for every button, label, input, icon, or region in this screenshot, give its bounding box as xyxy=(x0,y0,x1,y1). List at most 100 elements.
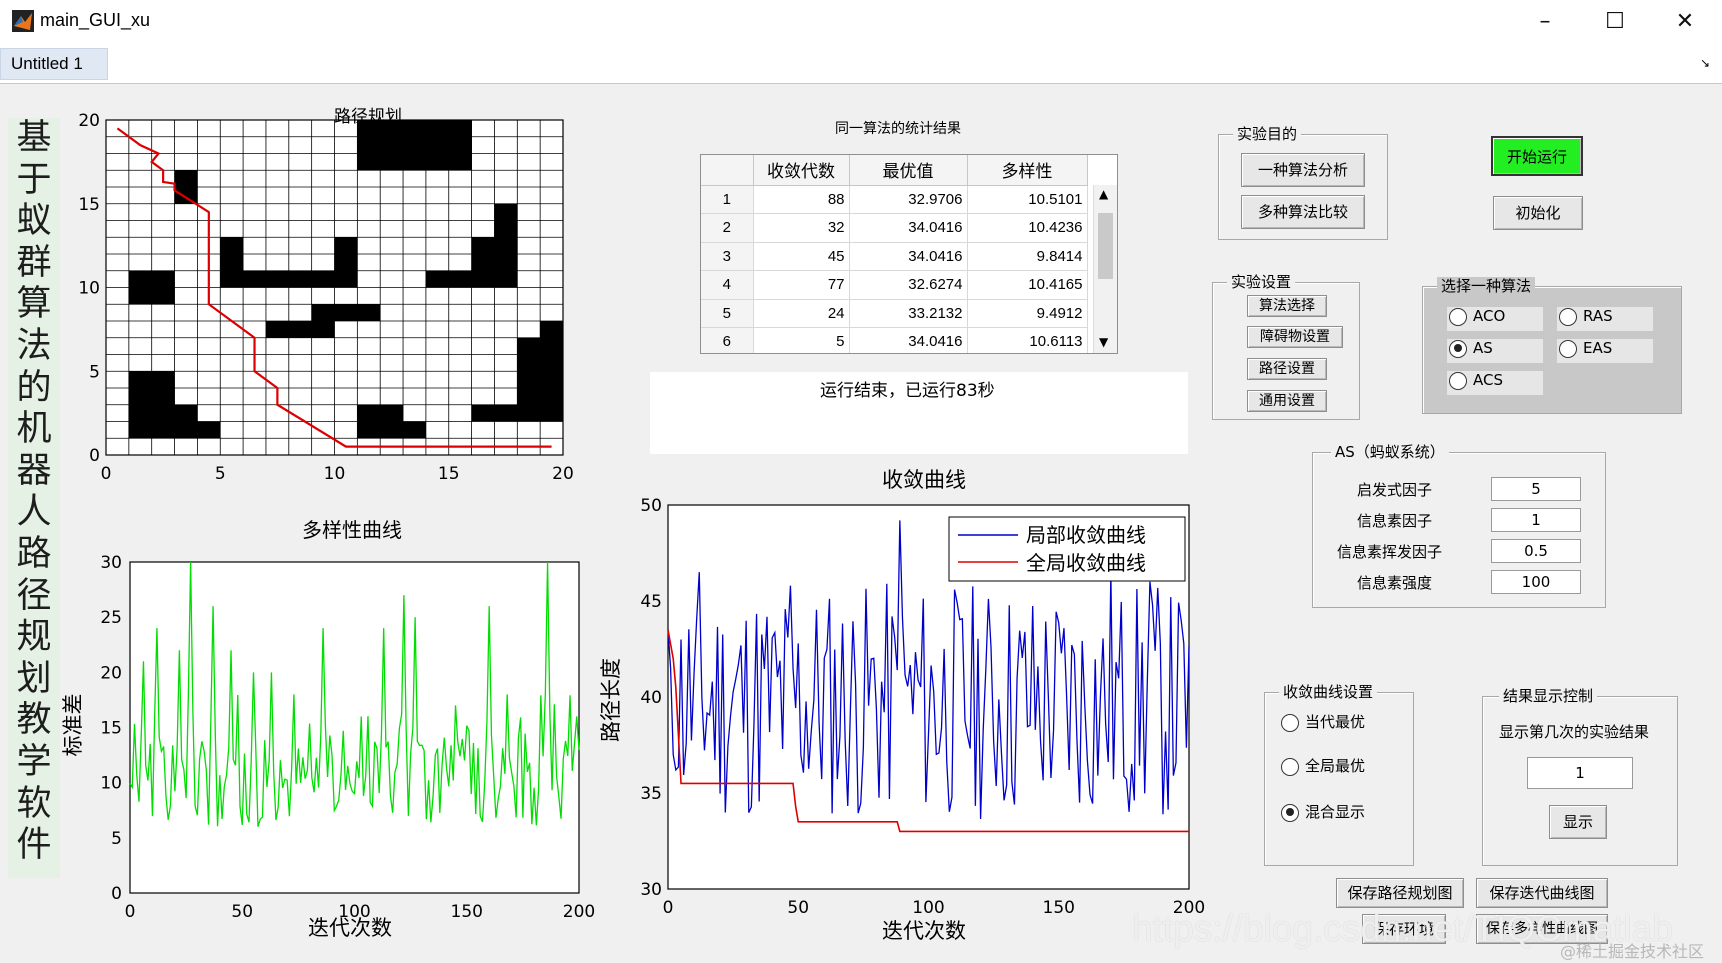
algo-select-button[interactable]: 算法选择 xyxy=(1247,295,1327,317)
row-header[interactable]: 2 xyxy=(701,213,754,243)
radio-as[interactable]: AS xyxy=(1447,339,1543,363)
radio-label: 混合显示 xyxy=(1305,803,1366,821)
show-result-button[interactable]: 显示 xyxy=(1549,805,1607,839)
title-char: 划 xyxy=(16,658,52,699)
tab-untitled[interactable]: Untitled 1 xyxy=(0,48,108,80)
radio-circle-icon[interactable] xyxy=(1281,713,1299,732)
radio-circle-icon[interactable] xyxy=(1449,371,1467,390)
cell-gen[interactable]: 77 xyxy=(753,270,850,300)
column-header-best[interactable]: 最优值 xyxy=(849,155,968,186)
y-tick-label: 0 xyxy=(111,884,122,904)
single-algo-analysis-button[interactable]: 一种算法分析 xyxy=(1241,153,1365,187)
table-corner xyxy=(701,155,754,186)
panel-title: 实验设置 xyxy=(1227,273,1296,291)
radio-aco[interactable]: ACO xyxy=(1447,307,1543,331)
obstacle xyxy=(334,237,358,288)
radio-circle-icon[interactable] xyxy=(1281,757,1299,776)
table-row[interactable]: 4 77 32.6274 10.4165 xyxy=(701,270,1088,300)
obstacle xyxy=(494,203,518,271)
watermark-credit: @稀土掘金技术社区 xyxy=(1560,942,1705,961)
radio-ras[interactable]: RAS xyxy=(1557,307,1653,331)
table-row[interactable]: 3 45 34.0416 9.8414 xyxy=(701,242,1088,271)
row-header[interactable]: 4 xyxy=(701,270,754,300)
cell-gen[interactable]: 45 xyxy=(753,242,850,271)
table-scrollbar[interactable]: ▲ ▼ xyxy=(1093,185,1117,353)
y-tick-label: 5 xyxy=(89,362,100,382)
obstacle xyxy=(357,120,472,171)
radio-circle-icon[interactable] xyxy=(1449,307,1467,326)
result-index-input[interactable]: 1 xyxy=(1527,757,1633,789)
radio-current-best[interactable]: 当代最优 xyxy=(1281,711,1365,732)
heuristic-factor-input[interactable]: 5 xyxy=(1491,477,1581,501)
row-header[interactable]: 3 xyxy=(701,242,754,271)
diversity-ylabel: 标准差 xyxy=(61,694,85,757)
close-button[interactable]: ✕ xyxy=(1650,0,1720,44)
pheromone-factor-input[interactable]: 1 xyxy=(1491,508,1581,532)
cell-diversity[interactable]: 9.8414 xyxy=(967,242,1088,271)
save-iteration-plot-button[interactable]: 保存迭代曲线图 xyxy=(1476,878,1608,908)
legend-label-global: 全局收敛曲线 xyxy=(1026,551,1146,575)
cell-best[interactable]: 32.9706 xyxy=(849,185,968,214)
column-header-gen[interactable]: 收敛代数 xyxy=(753,155,850,186)
title-char: 路 xyxy=(16,533,52,574)
cell-best[interactable]: 34.0416 xyxy=(849,242,968,271)
cell-gen[interactable]: 88 xyxy=(753,185,850,214)
multi-algo-compare-button[interactable]: 多种算法比较 xyxy=(1241,195,1365,229)
row-header[interactable]: 5 xyxy=(701,299,754,328)
initialize-button[interactable]: 初始化 xyxy=(1493,196,1583,230)
stats-table[interactable]: 收敛代数 最优值 多样性 1 88 32.9706 10.5101 2 32 34.0416… xyxy=(700,154,1118,354)
radio-circle-icon[interactable] xyxy=(1559,339,1577,358)
pheromone-intensity-input[interactable]: 100 xyxy=(1491,570,1581,594)
cell-gen[interactable]: 5 xyxy=(753,327,850,353)
cell-best[interactable]: 32.6274 xyxy=(849,270,968,300)
maximize-button[interactable]: ☐ xyxy=(1580,0,1650,44)
panel-title: 选择一种算法 xyxy=(1437,277,1536,295)
radio-circle-icon[interactable] xyxy=(1281,803,1299,822)
cell-best[interactable]: 34.0416 xyxy=(849,213,968,243)
cell-diversity[interactable]: 10.4165 xyxy=(967,270,1088,300)
obstacle-settings-button[interactable]: 障碍物设置 xyxy=(1247,326,1343,348)
software-title-vertical: 基于蚁群算法的机器人路径规划教学软件 xyxy=(8,118,60,878)
cell-diversity[interactable]: 10.4236 xyxy=(967,213,1088,243)
start-run-button[interactable]: 开始运行 xyxy=(1491,136,1583,176)
radio-mixed-display[interactable]: 混合显示 xyxy=(1281,801,1365,822)
row-header[interactable]: 6 xyxy=(701,327,754,353)
cell-diversity[interactable]: 9.4912 xyxy=(967,299,1088,328)
radio-circle-icon[interactable] xyxy=(1449,339,1467,358)
radio-acs[interactable]: ACS xyxy=(1447,371,1543,395)
cell-gen[interactable]: 24 xyxy=(753,299,850,328)
cell-diversity[interactable]: 10.5101 xyxy=(967,185,1088,214)
obstacle xyxy=(174,404,198,439)
column-header-diversity[interactable]: 多样性 xyxy=(967,155,1088,186)
undock-icon[interactable]: ↘ xyxy=(1700,56,1710,70)
title-char: 算 xyxy=(16,284,52,325)
path-settings-button[interactable]: 路径设置 xyxy=(1247,358,1327,380)
cell-gen[interactable]: 32 xyxy=(753,213,850,243)
scroll-down-icon[interactable]: ▼ xyxy=(1099,335,1108,349)
obstacle xyxy=(425,270,518,288)
table-row[interactable]: 5 24 33.2132 9.4912 xyxy=(701,299,1088,328)
general-settings-button[interactable]: 通用设置 xyxy=(1247,390,1327,412)
cell-best[interactable]: 34.0416 xyxy=(849,327,968,353)
evaporation-factor-input[interactable]: 0.5 xyxy=(1491,539,1581,563)
title-char: 件 xyxy=(16,825,52,866)
table-row[interactable]: 6 5 34.0416 10.6113 xyxy=(701,327,1088,353)
diversity-xlabel: 迭代次数 xyxy=(308,916,392,940)
row-header[interactable]: 1 xyxy=(701,185,754,214)
y-tick-label: 50 xyxy=(640,496,662,516)
radio-global-best[interactable]: 全局最优 xyxy=(1281,755,1365,776)
scroll-up-icon[interactable]: ▲ xyxy=(1099,187,1108,201)
cell-best[interactable]: 33.2132 xyxy=(849,299,968,328)
radio-label: 当代最优 xyxy=(1305,713,1366,731)
save-path-plot-button[interactable]: 保存路径规划图 xyxy=(1336,878,1464,908)
radio-label: AS xyxy=(1473,339,1493,357)
scroll-thumb[interactable] xyxy=(1098,213,1113,279)
minimize-button[interactable]: – xyxy=(1510,0,1580,44)
radio-eas[interactable]: EAS xyxy=(1557,339,1653,363)
table-row[interactable]: 2 32 34.0416 10.4236 xyxy=(701,213,1088,243)
y-tick-label: 10 xyxy=(100,774,122,794)
radio-circle-icon[interactable] xyxy=(1559,307,1577,326)
table-row[interactable]: 1 88 32.9706 10.5101 xyxy=(701,185,1088,214)
cell-diversity[interactable]: 10.6113 xyxy=(967,327,1088,353)
y-tick-label: 30 xyxy=(100,553,122,573)
